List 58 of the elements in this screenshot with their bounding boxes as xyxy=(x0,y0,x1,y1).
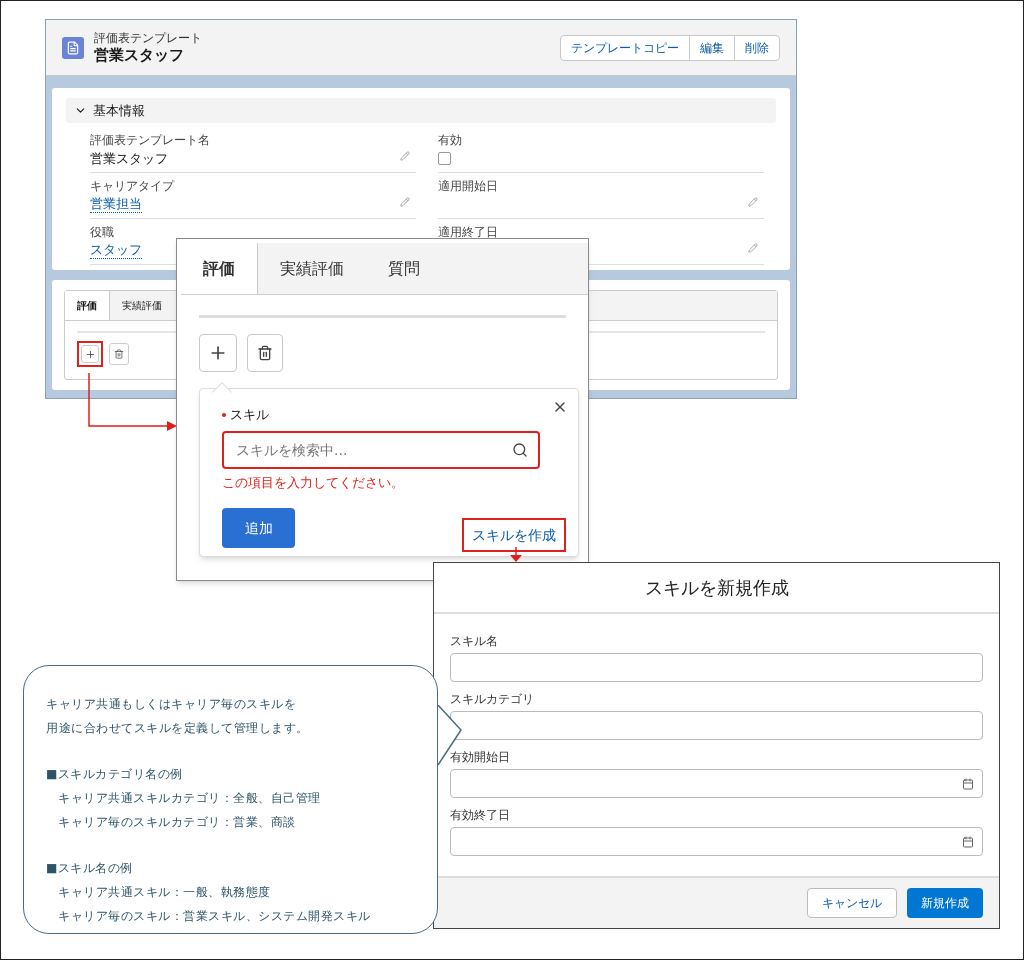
field-value: 営業スタッフ xyxy=(90,149,168,168)
error-message: この項目を入力してください。 xyxy=(222,473,405,492)
field-label: スキル名 xyxy=(450,633,499,650)
field-label: スキルカテゴリ xyxy=(450,691,535,708)
date-field[interactable] xyxy=(450,769,983,798)
callout-text: キャリア共通スキルカテゴリ：全般、自己管理 xyxy=(58,790,322,807)
callout-text: キャリア毎のスキル：営業スキル、システム開発スキル xyxy=(58,908,372,925)
field-label: 適用終了日 xyxy=(438,223,499,241)
callout-text: キャリア毎のスキルカテゴリ：営業、商談 xyxy=(58,814,297,831)
record-type-icon xyxy=(62,36,84,59)
tab[interactable]: 実績評価 xyxy=(110,291,174,320)
tab[interactable]: 評価 xyxy=(181,243,258,294)
action-button[interactable]: 編集 xyxy=(689,34,735,61)
create-button[interactable]: 新規作成 xyxy=(907,888,983,918)
field-label: スキル xyxy=(230,406,269,424)
field-label: キャリアタイプ xyxy=(90,177,176,195)
tab[interactable]: 実績評価 xyxy=(258,243,366,294)
tab[interactable]: 評価 xyxy=(65,291,110,320)
callout-text: キャリア共通もしくはキャリア毎のスキルを xyxy=(46,696,297,713)
pencil-icon xyxy=(748,197,758,207)
cancel-button[interactable]: キャンセル xyxy=(807,888,897,918)
add-button[interactable] xyxy=(199,334,237,372)
field-label: 評価表テンプレート名 xyxy=(90,131,211,149)
field-link[interactable]: スタッフ xyxy=(90,242,142,259)
field-label: 有効終了日 xyxy=(450,807,511,824)
callout-heading: ■スキルカテゴリ名の例 xyxy=(46,766,184,783)
callout-text: 用途に合わせてスキルを定義して管理します。 xyxy=(46,720,310,737)
delete-button[interactable] xyxy=(247,334,283,372)
pencil-icon xyxy=(748,243,758,253)
action-button[interactable]: 削除 xyxy=(734,34,780,61)
pencil-icon xyxy=(400,197,410,207)
pencil-icon xyxy=(400,151,410,161)
calendar-icon xyxy=(962,777,974,790)
action-button[interactable]: テンプレートコピー xyxy=(560,34,690,61)
input-field[interactable] xyxy=(450,653,983,682)
record-title: 営業スタッフ xyxy=(94,45,185,65)
search-field[interactable]: スキルを検索中... xyxy=(222,430,540,469)
create-skill-link[interactable]: スキルを作成 xyxy=(472,527,556,543)
field-label: 有効開始日 xyxy=(450,749,511,766)
field-label: 適用開始日 xyxy=(438,177,499,195)
plus-icon xyxy=(84,348,96,360)
callout-text: キャリア共通スキル：一般、執務態度 xyxy=(58,884,272,901)
input-field[interactable] xyxy=(450,711,983,740)
trash-icon xyxy=(114,349,124,359)
search-icon xyxy=(512,441,528,458)
field-link[interactable]: 営業担当 xyxy=(90,196,142,213)
add-skill-button[interactable]: 追加 xyxy=(222,508,295,548)
section-header[interactable]: 基本情報 xyxy=(66,98,776,123)
callout-heading: ■スキル名の例 xyxy=(46,860,134,877)
date-field[interactable] xyxy=(450,827,983,856)
trash-icon xyxy=(257,345,273,361)
field-label: 役職 xyxy=(90,223,115,241)
calendar-icon xyxy=(962,835,974,848)
checkbox[interactable] xyxy=(438,152,451,165)
modal-title: スキルを新規作成 xyxy=(434,563,999,614)
tab[interactable]: 質問 xyxy=(366,243,442,294)
object-label: 評価表テンプレート xyxy=(94,30,202,46)
field-label: 有効 xyxy=(438,131,463,149)
